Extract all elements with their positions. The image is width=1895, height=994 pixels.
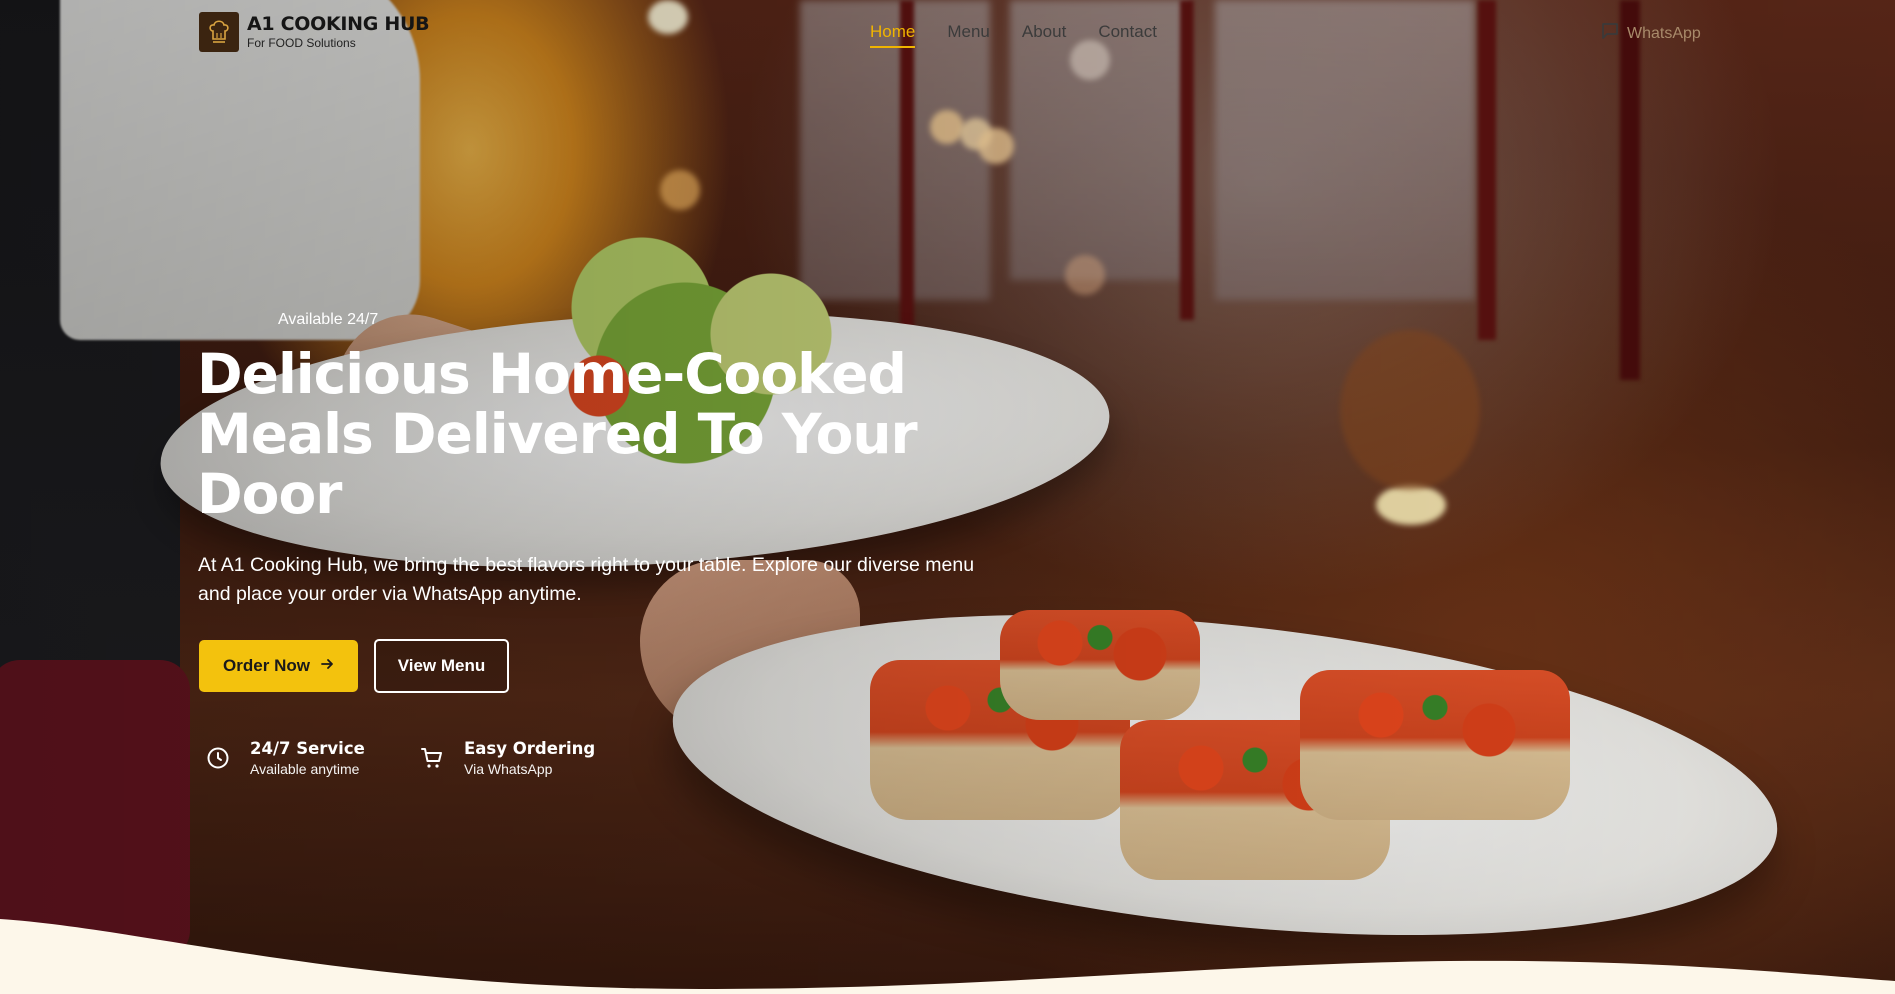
nav-link-about[interactable]: About bbox=[1022, 22, 1066, 48]
cart-icon bbox=[410, 746, 454, 770]
hero-description: At A1 Cooking Hub, we bring the best fla… bbox=[198, 554, 975, 605]
whatsapp-link[interactable]: WhatsApp bbox=[1601, 22, 1701, 45]
bottom-wave-divider bbox=[0, 919, 1895, 994]
top-navigation: A1 COOKING HUB For FOOD Solutions Home M… bbox=[0, 0, 1895, 64]
chef-hat-logo-icon bbox=[199, 12, 239, 52]
availability-badge: Available 24/7 bbox=[278, 311, 379, 328]
order-now-button[interactable]: Order Now bbox=[199, 640, 358, 692]
chat-bubble-icon bbox=[1601, 22, 1619, 45]
nav-link-menu[interactable]: Menu bbox=[947, 22, 990, 48]
clock-icon bbox=[196, 746, 240, 770]
order-now-label: Order Now bbox=[223, 656, 310, 675]
whatsapp-label: WhatsApp bbox=[1627, 24, 1701, 42]
feature-title: Easy Ordering bbox=[464, 739, 596, 758]
feature-service: 24/7 Service Available anytime bbox=[196, 738, 365, 778]
nav-link-contact[interactable]: Contact bbox=[1098, 22, 1157, 48]
feature-subtitle: Available anytime bbox=[250, 761, 360, 777]
hero-headline: Delicious Home-Cooked Meals Delivered To… bbox=[197, 342, 918, 526]
view-menu-button[interactable]: View Menu bbox=[374, 639, 509, 693]
feature-title: 24/7 Service bbox=[250, 739, 365, 758]
nav-links: Home Menu About Contact bbox=[870, 22, 1157, 48]
brand[interactable]: A1 COOKING HUB For FOOD Solutions bbox=[199, 12, 430, 52]
nav-link-home[interactable]: Home bbox=[870, 22, 916, 48]
feature-ordering: Easy Ordering Via WhatsApp bbox=[410, 738, 595, 778]
brand-subtitle: For FOOD Solutions bbox=[247, 36, 356, 50]
feature-subtitle: Via WhatsApp bbox=[464, 761, 553, 777]
brand-title: A1 COOKING HUB bbox=[247, 13, 430, 35]
arrow-right-icon bbox=[320, 656, 334, 676]
